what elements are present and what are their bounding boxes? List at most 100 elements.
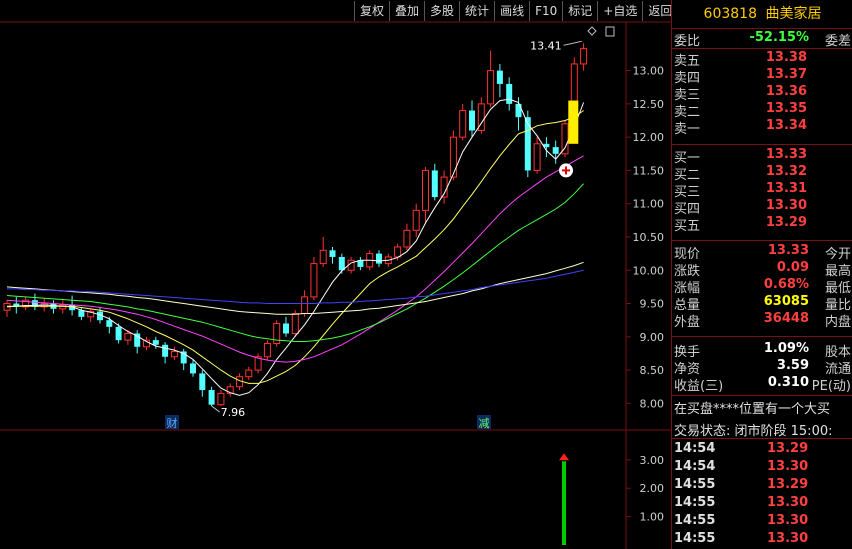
signal-highlight bbox=[568, 100, 579, 144]
price-tick-label: 11.50 bbox=[633, 164, 665, 177]
finance-row-0-value: 1.09% bbox=[763, 341, 809, 356]
price-tick-label: 12.50 bbox=[633, 98, 665, 111]
candle-body bbox=[496, 70, 503, 84]
tick-price: 13.30 bbox=[767, 531, 809, 546]
price-tick-label: 11.00 bbox=[633, 198, 665, 211]
price-tick-label: 8.50 bbox=[640, 364, 665, 377]
tick-price: 13.30 bbox=[767, 459, 809, 474]
sell-row-5: 卖五 13.38 bbox=[672, 50, 852, 69]
candle-body bbox=[152, 340, 159, 345]
candle-body bbox=[283, 323, 289, 334]
sell-row-3: 卖三 13.36 bbox=[672, 84, 852, 103]
weibi-row: 委比 -52.15% 委差 bbox=[672, 30, 852, 49]
tick-time: 14:55 bbox=[674, 531, 716, 546]
tick-row: 14:55 13.30 bbox=[672, 531, 852, 549]
diamond-icon[interactable] bbox=[587, 26, 597, 36]
stat-row-0-value: 13.33 bbox=[767, 243, 809, 258]
notice-text: 在买盘****位置有一个大买 bbox=[674, 402, 831, 417]
weibi-row-label: 委比 bbox=[674, 34, 701, 49]
candle-body bbox=[431, 170, 438, 198]
finance-row-1: 净资 3.59 流通 bbox=[672, 358, 852, 377]
buy-row-3: 买三 13.31 bbox=[672, 181, 852, 200]
volume-bar bbox=[562, 461, 566, 545]
divider-notice bbox=[672, 395, 852, 396]
divider-ticks bbox=[672, 438, 852, 439]
sell-row-1-label: 卖一 bbox=[674, 122, 701, 137]
candle-body bbox=[515, 103, 522, 118]
buy-row-1-value: 13.33 bbox=[765, 147, 807, 162]
sell-row-2-value: 13.35 bbox=[765, 101, 807, 116]
sell-row-3-value: 13.36 bbox=[765, 84, 807, 99]
candle-body bbox=[394, 246, 402, 258]
sell-row-2: 卖二 13.35 bbox=[672, 101, 852, 120]
tick-row: 14:55 13.29 bbox=[672, 477, 852, 495]
price-tick-label: 10.50 bbox=[633, 231, 665, 244]
sell-row-5-value: 13.38 bbox=[765, 50, 807, 65]
price-tick-label: 10.00 bbox=[633, 264, 665, 277]
tick-time: 14:54 bbox=[674, 441, 716, 456]
candle-body bbox=[319, 249, 327, 265]
buy-row-2-value: 13.32 bbox=[765, 164, 807, 179]
sell-row-1: 卖一 13.34 bbox=[672, 118, 852, 137]
tick-row: 14:55 13.30 bbox=[672, 513, 852, 531]
tick-time: 14:55 bbox=[674, 495, 716, 510]
candle-body bbox=[291, 313, 299, 334]
volume-tick-label: 1.00 bbox=[640, 511, 665, 524]
weibi-row-value: -52.15% bbox=[749, 30, 809, 45]
stat-row-0: 现价 13.33 今开 bbox=[672, 243, 852, 262]
divider-weibi bbox=[672, 48, 852, 49]
sell-row-1-value: 13.34 bbox=[765, 118, 807, 133]
ma10-line bbox=[7, 110, 584, 384]
buy-row-4: 买四 13.30 bbox=[672, 198, 852, 217]
candle-body bbox=[469, 110, 475, 131]
stock-code: 603818 bbox=[703, 6, 757, 22]
finance-row-2: 收益(三) 0.310 PE(动) bbox=[672, 375, 852, 394]
tick-row: 14:54 13.29 bbox=[672, 441, 852, 459]
divider-finance bbox=[672, 336, 852, 337]
ma120-line bbox=[7, 269, 584, 304]
candle-body bbox=[217, 392, 225, 406]
candle-body bbox=[487, 70, 495, 105]
sell-row-4-value: 13.37 bbox=[765, 67, 807, 82]
high-pointer-line bbox=[563, 40, 582, 46]
candle-body bbox=[190, 363, 196, 374]
weibi-row-label2: 委差 bbox=[824, 34, 851, 49]
buy-row-5-label: 买五 bbox=[674, 219, 701, 234]
stock-name: 曲美家居 bbox=[765, 6, 822, 22]
candle-body bbox=[301, 296, 309, 315]
tick-price: 13.29 bbox=[767, 441, 809, 456]
finance-row-1-value: 3.59 bbox=[776, 358, 809, 373]
kline-chart[interactable]: 13.00 12.50 12.00 11.50 11.00 10.50 10.00 9.50 9… bbox=[0, 0, 671, 549]
candle-body bbox=[78, 310, 85, 317]
stat-row-1: 涨跌 0.09 最高 bbox=[672, 260, 852, 279]
stat-row-1-value: 0.09 bbox=[776, 260, 809, 275]
tick-time: 14:54 bbox=[674, 459, 716, 474]
buy-row-5: 买五 13.29 bbox=[672, 215, 852, 234]
candle-body bbox=[199, 373, 206, 391]
candle-body bbox=[170, 350, 178, 358]
candle-body bbox=[329, 250, 336, 257]
low-price-label: 7.96 bbox=[221, 406, 246, 419]
stat-row-4: 外盘 36448 内盘 bbox=[672, 311, 852, 330]
trade-status: 交易状态: 闭市阶段 15:00: bbox=[674, 424, 833, 439]
stat-row-2-value: 0.68% bbox=[763, 277, 809, 292]
candle-body bbox=[376, 253, 382, 264]
tick-row: 14:55 13.30 bbox=[672, 495, 852, 513]
event-marker-1[interactable]: 减 bbox=[479, 417, 490, 430]
event-marker-0[interactable]: 财 bbox=[167, 416, 178, 430]
ma5-line bbox=[6, 98, 585, 396]
finance-row-2-label: 收益(三) bbox=[674, 379, 724, 394]
stat-row-4-value: 36448 bbox=[763, 311, 809, 326]
finance-row-2-label2: PE(动) bbox=[811, 379, 851, 394]
window-icon[interactable] bbox=[605, 26, 615, 37]
sell-row-4: 卖四 13.37 bbox=[672, 67, 852, 86]
candle-body bbox=[338, 256, 345, 271]
tick-time: 14:55 bbox=[674, 513, 716, 528]
buy-row-3-value: 13.31 bbox=[765, 181, 807, 196]
divider-book bbox=[672, 144, 852, 145]
candle-body bbox=[263, 342, 271, 358]
tick-time: 14:55 bbox=[674, 477, 716, 492]
buy-row-2: 买二 13.32 bbox=[672, 164, 852, 183]
candle-body bbox=[310, 263, 318, 298]
buy-row-4-value: 13.30 bbox=[765, 198, 807, 213]
